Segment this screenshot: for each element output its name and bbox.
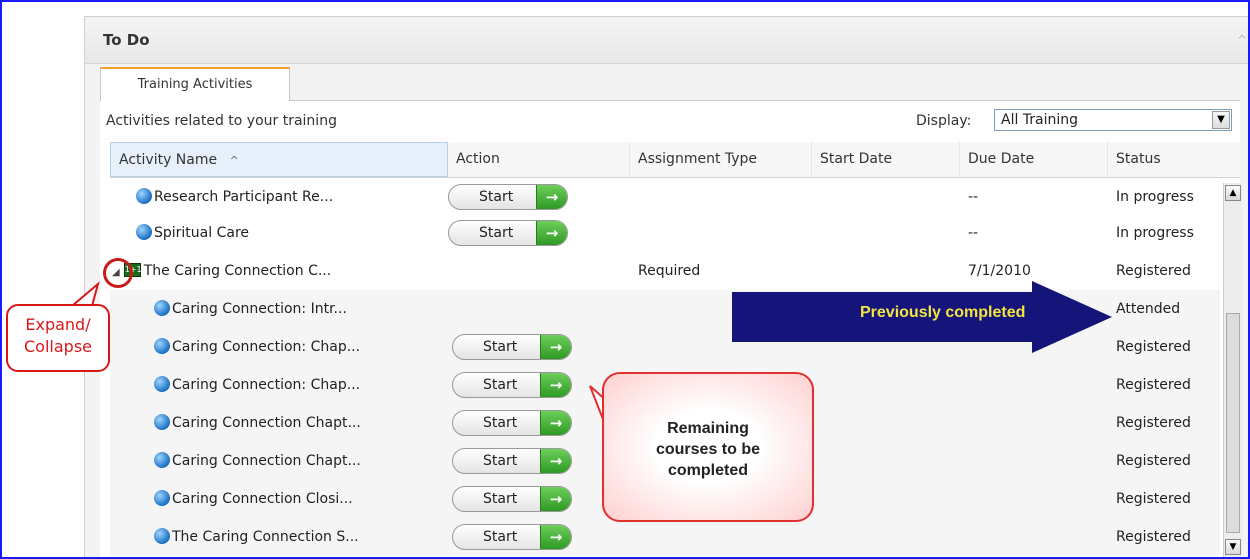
remaining-courses-callout: Remaining courses to be completed bbox=[602, 372, 814, 522]
remaining-courses-text: Remaining courses to be completed bbox=[655, 420, 761, 479]
previously-completed-label: Previously completed bbox=[860, 304, 1026, 321]
expand-callout-pointer bbox=[69, 281, 100, 307]
window-frame: To Do ^ Training Activities Activities r… bbox=[0, 0, 1250, 559]
previously-completed-note: Previously completed bbox=[732, 281, 1112, 353]
expand-collapse-callout: Expand/Collapse bbox=[6, 304, 110, 372]
expand-collapse-text: Expand/Collapse bbox=[24, 315, 92, 356]
